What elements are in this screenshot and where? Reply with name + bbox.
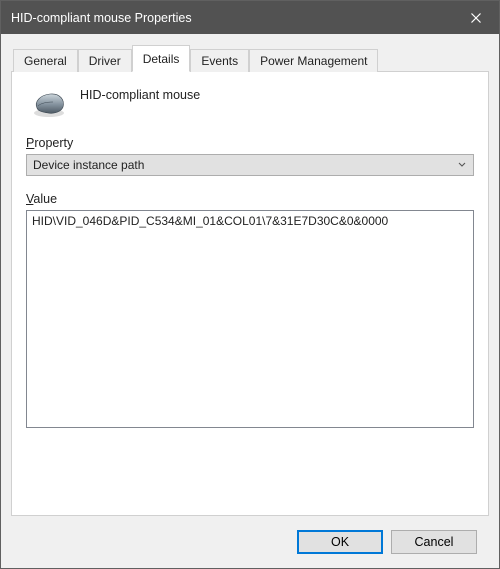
properties-window: HID-compliant mouse Properties General D… (0, 0, 500, 569)
tab-strip: General Driver Details Events Power Mana… (13, 44, 489, 71)
tab-power-management[interactable]: Power Management (249, 49, 378, 72)
close-button[interactable] (453, 1, 499, 34)
property-label: Property (26, 136, 474, 150)
mouse-icon (30, 90, 68, 118)
chevron-down-icon (457, 160, 467, 170)
tab-general[interactable]: General (13, 49, 78, 72)
tab-driver[interactable]: Driver (78, 49, 132, 72)
value-listbox[interactable]: HID\VID_046D&PID_C534&MI_01&COL01\7&31E7… (26, 210, 474, 428)
titlebar[interactable]: HID-compliant mouse Properties (1, 1, 499, 34)
device-name: HID-compliant mouse (80, 86, 200, 102)
tab-details[interactable]: Details (132, 45, 191, 72)
window-title: HID-compliant mouse Properties (11, 11, 453, 25)
tab-panel-details: HID-compliant mouse Property Device inst… (11, 71, 489, 516)
value-item[interactable]: HID\VID_046D&PID_C534&MI_01&COL01\7&31E7… (32, 214, 468, 228)
value-label: Value (26, 192, 474, 206)
device-header: HID-compliant mouse (26, 86, 474, 118)
property-dropdown-value: Device instance path (33, 158, 457, 172)
cancel-button[interactable]: Cancel (391, 530, 477, 554)
dialog-body: General Driver Details Events Power Mana… (1, 34, 499, 568)
close-icon (471, 13, 481, 23)
dialog-footer: OK Cancel (11, 516, 489, 568)
tab-events[interactable]: Events (190, 49, 249, 72)
property-dropdown[interactable]: Device instance path (26, 154, 474, 176)
ok-button[interactable]: OK (297, 530, 383, 554)
